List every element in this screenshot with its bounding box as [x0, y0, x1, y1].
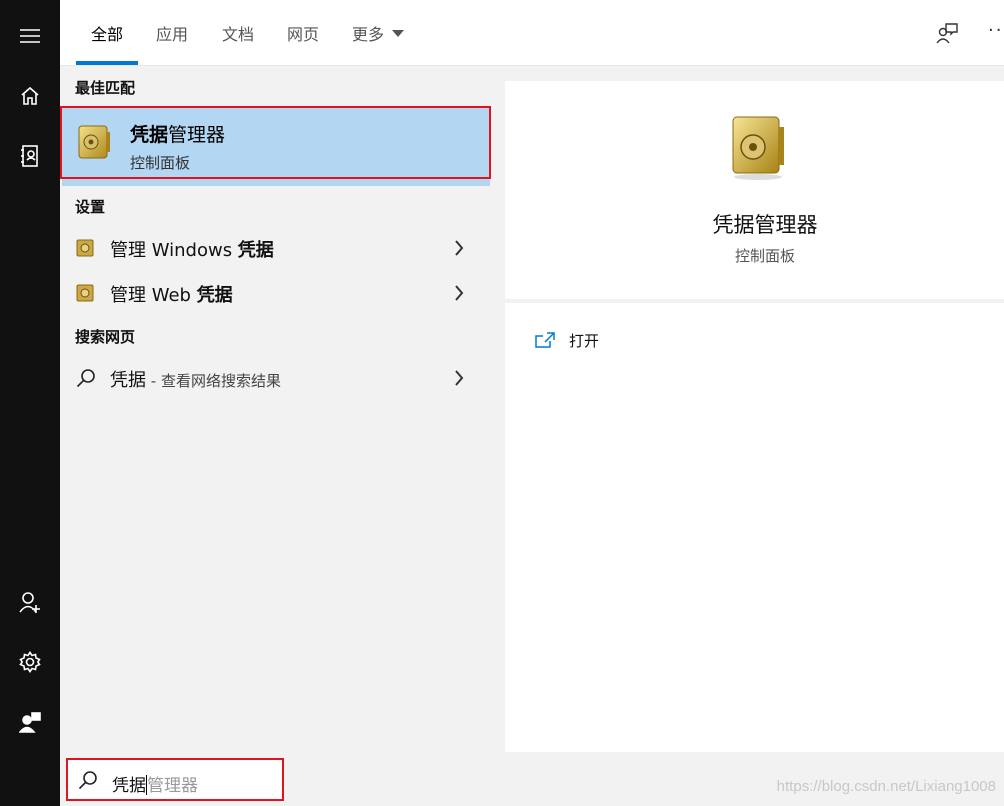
- tab-web[interactable]: 网页: [287, 0, 319, 66]
- results-pane: 最佳匹配 凭据管理器 控制面板 设置 管理 Windows 凭据 管理 Web …: [60, 66, 491, 752]
- divider: [505, 299, 1004, 303]
- tab-apps-label: 应用: [156, 25, 189, 44]
- feedback-person-icon[interactable]: [936, 22, 958, 48]
- list-item-label: 管理 Windows 凭据: [110, 236, 274, 262]
- best-match-header: 最佳匹配: [75, 79, 136, 97]
- list-item-bold: 凭据: [237, 240, 274, 261]
- detail-pane: 凭据管理器 控制面板 打开: [505, 81, 1004, 752]
- left-rail: [0, 0, 60, 806]
- top-bar: 全部 应用 文档 网页 更多 ···: [60, 0, 1004, 66]
- list-item-manage-windows-credentials[interactable]: 管理 Windows 凭据: [60, 226, 490, 270]
- web-search-header: 搜索网页: [75, 328, 136, 346]
- search-typed-text: 凭据: [112, 776, 146, 796]
- open-external-icon: [535, 332, 555, 348]
- menu-icon[interactable]: [0, 12, 60, 60]
- open-action[interactable]: 打开: [535, 325, 599, 355]
- safe-small-icon: [76, 239, 94, 261]
- list-item-prefix: 管理 Web: [110, 285, 197, 306]
- chevron-right-icon[interactable]: [454, 240, 464, 260]
- safe-small-icon: [76, 284, 94, 306]
- web-search-query: 凭据: [110, 370, 146, 391]
- feedback-icon[interactable]: [0, 698, 60, 746]
- chevron-right-icon[interactable]: [454, 285, 464, 305]
- watermark: https://blog.csdn.net/Lixiang1008: [776, 778, 996, 795]
- list-item-prefix: 管理 Windows: [110, 240, 238, 261]
- notebook-icon[interactable]: [0, 132, 60, 180]
- list-item-bold: 凭据: [196, 285, 233, 306]
- search-bar: 凭据管理器 https://blog.csdn.net/Lixiang1008: [60, 752, 1004, 806]
- web-search-note: - 查看网络搜索结果: [146, 372, 281, 390]
- tab-apps[interactable]: 应用: [156, 0, 188, 66]
- add-account-icon[interactable]: [0, 578, 60, 626]
- search-text: 凭据管理器: [112, 771, 198, 796]
- active-tab-indicator: [76, 61, 138, 65]
- tab-more[interactable]: 更多: [352, 0, 405, 66]
- detail-title: 凭据管理器: [712, 213, 818, 237]
- settings-header: 设置: [75, 198, 106, 216]
- chevron-right-icon[interactable]: [454, 370, 464, 390]
- highlight-box: [60, 106, 491, 179]
- home-icon[interactable]: [0, 72, 60, 120]
- chevron-down-icon: [392, 29, 405, 37]
- safe-large-icon: [727, 111, 789, 185]
- tab-more-label: 更多: [352, 25, 385, 44]
- detail-subtitle: 控制面板: [734, 247, 795, 265]
- more-icon[interactable]: ···: [988, 20, 1004, 41]
- open-action-label: 打开: [569, 331, 600, 350]
- list-item-manage-web-credentials[interactable]: 管理 Web 凭据: [60, 271, 490, 315]
- tab-all[interactable]: 全部: [91, 0, 123, 66]
- tab-documents-label: 文档: [222, 25, 255, 44]
- search-icon: [78, 770, 98, 794]
- search-input[interactable]: 凭据管理器: [66, 758, 284, 801]
- web-search-label: 凭据 - 查看网络搜索结果: [110, 366, 281, 392]
- search-suggestion: 管理器: [147, 776, 198, 796]
- settings-icon[interactable]: [0, 638, 60, 686]
- search-icon: [76, 368, 96, 392]
- tab-web-label: 网页: [287, 25, 320, 44]
- tab-documents[interactable]: 文档: [222, 0, 254, 66]
- list-item-web-search[interactable]: 凭据 - 查看网络搜索结果: [60, 356, 490, 400]
- list-item-label: 管理 Web 凭据: [110, 281, 233, 307]
- tab-all-label: 全部: [91, 25, 124, 44]
